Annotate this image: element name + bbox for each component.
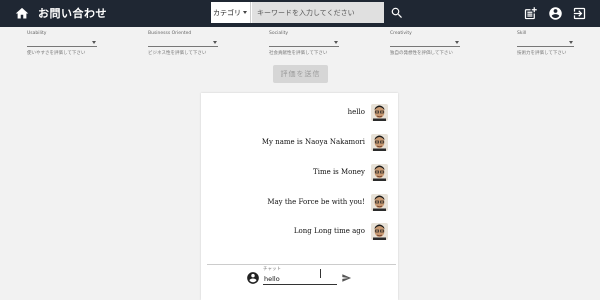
select-field[interactable]	[148, 37, 218, 47]
chat-message: Long Long time ago	[294, 222, 388, 240]
send-icon[interactable]	[341, 273, 352, 283]
account-icon	[247, 272, 259, 284]
submit-evaluation-button[interactable]: 評価を送信	[273, 65, 328, 83]
avatar	[371, 222, 388, 240]
field-help: ビジネス性を評価して下さい	[148, 51, 207, 56]
account-icon[interactable]	[548, 6, 563, 21]
message-text: May the Force be with you!	[267, 198, 365, 206]
evaluation-row: Usability 使いやすさを評価して下さい Businesss Orient…	[0, 31, 600, 61]
chevron-down-icon	[334, 41, 338, 46]
chevron-down-icon	[92, 41, 96, 46]
usability-select[interactable]: Usability 使いやすさを評価して下さい	[27, 31, 97, 56]
divider	[207, 264, 396, 265]
app-bar: お問い合わせ カテゴリ	[0, 0, 600, 27]
search-group: カテゴリ	[211, 2, 384, 23]
creativity-select[interactable]: Creativity 独自の発想性を評価して下さい	[390, 31, 460, 56]
chat-message: Time is Money	[313, 163, 388, 181]
avatar	[371, 163, 388, 181]
skill-select[interactable]: Skill 技術力を評価して下さい	[517, 31, 574, 56]
field-help: 技術力を評価して下さい	[517, 51, 567, 56]
search-input[interactable]	[252, 2, 384, 23]
home-icon[interactable]	[14, 6, 30, 21]
chat-message: hello	[348, 103, 388, 121]
field-help: 社会貢献性を評価して下さい	[269, 51, 328, 56]
category-label: カテゴリ	[213, 9, 241, 17]
logout-icon[interactable]	[572, 6, 587, 21]
chevron-down-icon	[455, 41, 459, 46]
avatar	[371, 103, 388, 121]
select-field[interactable]	[517, 37, 574, 47]
field-help: 使いやすさを評価して下さい	[27, 51, 86, 56]
field-help: 独自の発想性を評価して下さい	[390, 51, 453, 56]
chat-message: May the Force be with you!	[267, 193, 388, 211]
chevron-down-icon	[213, 41, 217, 46]
chat-input[interactable]	[263, 273, 337, 285]
select-field[interactable]	[390, 37, 460, 47]
search-icon[interactable]	[390, 6, 404, 20]
avatar	[371, 133, 388, 151]
chevron-down-icon	[569, 41, 573, 46]
sociality-select[interactable]: Sociality 社会貢献性を評価して下さい	[269, 31, 339, 56]
message-text: hello	[347, 108, 365, 116]
select-field[interactable]	[27, 37, 97, 47]
add-post-icon[interactable]	[523, 6, 538, 21]
chat-message: My name is Naoya Nakamori	[262, 133, 388, 151]
chat-input-label: チャット	[263, 267, 281, 272]
message-text: My name is Naoya Nakamori	[261, 138, 365, 146]
category-select[interactable]: カテゴリ	[211, 2, 251, 23]
text-cursor-icon	[320, 269, 322, 278]
message-text: Time is Money	[313, 168, 365, 176]
business-select[interactable]: Businesss Oriented ビジネス性を評価して下さい	[148, 31, 218, 56]
message-text: Long Long time ago	[293, 227, 365, 235]
page-title: お問い合わせ	[38, 7, 107, 20]
avatar	[371, 193, 388, 211]
chat-panel: hello My name is Naoya Nakamori Time is …	[201, 93, 398, 300]
chevron-down-icon	[243, 11, 247, 16]
select-field[interactable]	[269, 37, 339, 47]
